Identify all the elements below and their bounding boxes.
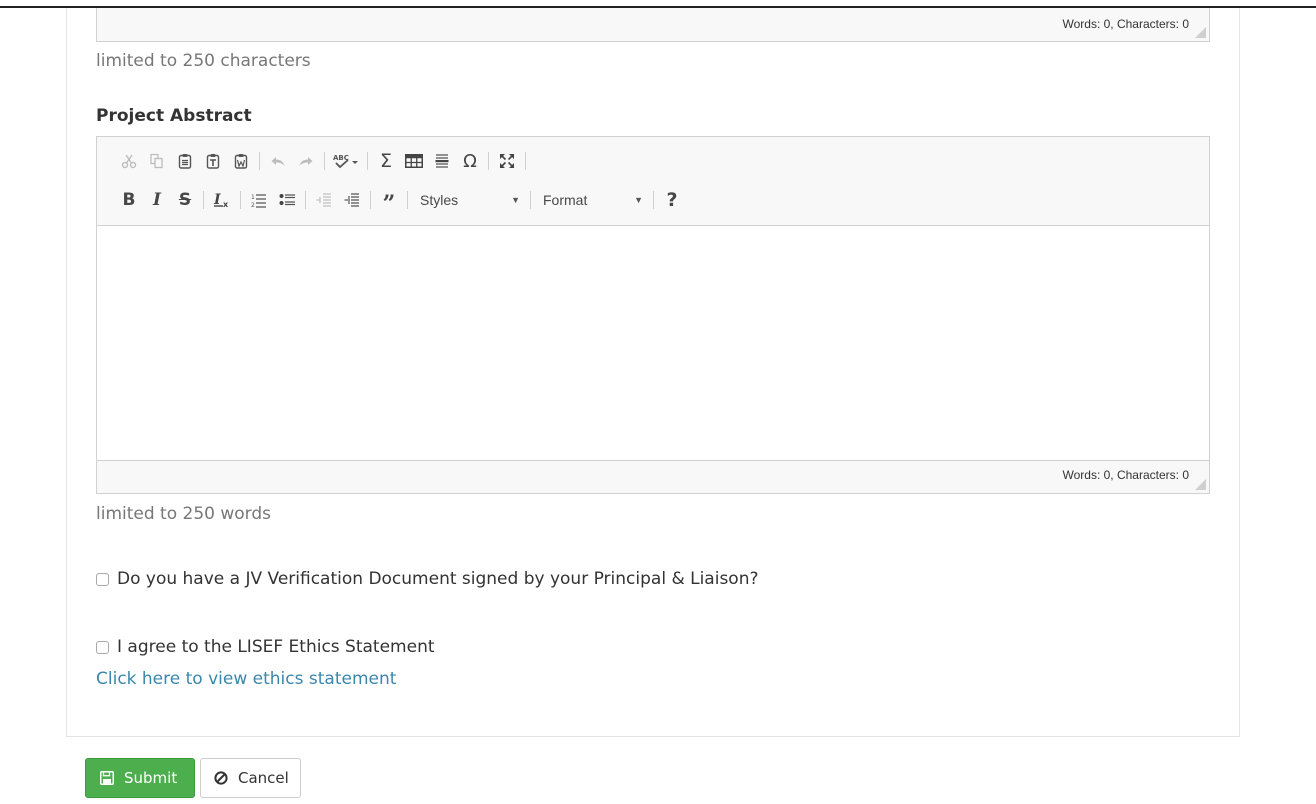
toolbar-separator: [530, 191, 531, 209]
toolbar-separator: [653, 191, 654, 209]
toolbar-separator: [203, 191, 204, 209]
remove-format-icon[interactable]: Ix: [208, 188, 236, 212]
toolbar-separator: [488, 152, 489, 170]
toolbar-separator: [259, 152, 260, 170]
sigma-icon[interactable]: Σ: [372, 149, 400, 173]
numbered-list-icon[interactable]: 12: [245, 188, 273, 212]
summary-editor-footer: Words: 0, Characters: 0: [96, 8, 1210, 42]
paste-text-icon[interactable]: [199, 149, 227, 173]
jv-verification-checkbox[interactable]: [96, 572, 109, 586]
jv-verification-row[interactable]: Do you have a JV Verification Document s…: [96, 569, 759, 589]
jv-verification-label: Do you have a JV Verification Document s…: [117, 569, 759, 589]
styles-dropdown-label: Styles: [420, 192, 459, 208]
toolbar-separator: [525, 152, 526, 170]
toolbar-separator: [367, 152, 368, 170]
view-ethics-statement-link[interactable]: Click here to view ethics statement: [96, 669, 396, 689]
toolbar-separator: [407, 191, 408, 209]
spellcheck-icon[interactable]: ABC: [329, 149, 363, 173]
toolbar-row-1: ABC Σ Ω: [115, 149, 530, 173]
toolbar-separator: [370, 191, 371, 209]
toolbar-separator: [324, 152, 325, 170]
submit-button-label: Submit: [124, 769, 178, 787]
project-abstract-editor: ABC Σ Ω B I S Ix 1 2 ” Styles ▼ Format ▼…: [96, 136, 1210, 494]
maximize-icon[interactable]: [493, 149, 521, 173]
svg-text:2: 2: [251, 202, 255, 208]
bold-button[interactable]: B: [115, 188, 143, 212]
cancel-icon: [214, 771, 228, 785]
outdent-icon[interactable]: [310, 188, 338, 212]
redo-icon[interactable]: [292, 149, 320, 173]
italic-button[interactable]: I: [143, 188, 171, 212]
format-dropdown[interactable]: Format ▼: [535, 188, 649, 212]
table-icon[interactable]: [400, 149, 428, 173]
summary-help-text: limited to 250 characters: [96, 51, 311, 71]
toolbar-separator: [305, 191, 306, 209]
abstract-text-area[interactable]: [97, 226, 1209, 462]
blockquote-icon[interactable]: ”: [375, 188, 403, 217]
ethics-statement-checkbox[interactable]: [96, 640, 109, 654]
cut-icon[interactable]: [115, 149, 143, 173]
bulleted-list-icon[interactable]: [273, 188, 301, 212]
summary-word-count: Words: 0, Characters: 0: [1062, 17, 1190, 31]
editor-toolbar: ABC Σ Ω B I S Ix 1 2 ” Styles ▼ Format ▼…: [97, 137, 1209, 226]
strikethrough-button[interactable]: S: [171, 188, 199, 212]
cancel-button[interactable]: Cancel: [200, 758, 301, 798]
undo-icon[interactable]: [264, 149, 292, 173]
svg-text:x: x: [223, 200, 229, 209]
abstract-help-text: limited to 250 words: [96, 504, 272, 524]
cancel-button-label: Cancel: [238, 769, 289, 787]
ethics-statement-label: I agree to the LISEF Ethics Statement: [117, 637, 435, 657]
indent-icon[interactable]: [338, 188, 366, 212]
abstract-editor-footer: Words: 0, Characters: 0: [97, 460, 1209, 493]
omega-icon[interactable]: Ω: [456, 149, 484, 173]
styles-dropdown[interactable]: Styles ▼: [412, 188, 526, 212]
toolbar-separator: [240, 191, 241, 209]
save-icon: [100, 771, 114, 785]
project-abstract-label: Project Abstract: [96, 106, 252, 126]
submit-button[interactable]: Submit: [85, 758, 195, 798]
ethics-statement-row[interactable]: I agree to the LISEF Ethics Statement: [96, 637, 435, 657]
paste-icon[interactable]: [171, 149, 199, 173]
horizontal-line-icon[interactable]: [428, 149, 456, 173]
resize-handle-icon[interactable]: [1194, 478, 1206, 490]
help-button[interactable]: ?: [658, 188, 686, 212]
chevron-down-icon: ▼: [511, 195, 520, 205]
chevron-down-icon: ▼: [634, 195, 643, 205]
abstract-word-count: Words: 0, Characters: 0: [1062, 468, 1190, 482]
toolbar-row-2: B I S Ix 12 ” Styles ▼ Format ▼ ?: [115, 188, 686, 217]
svg-text:1: 1: [251, 194, 255, 201]
format-dropdown-label: Format: [543, 192, 588, 208]
paste-from-word-icon[interactable]: [227, 149, 255, 173]
resize-handle-icon[interactable]: [1194, 26, 1206, 38]
copy-icon[interactable]: [143, 149, 171, 173]
